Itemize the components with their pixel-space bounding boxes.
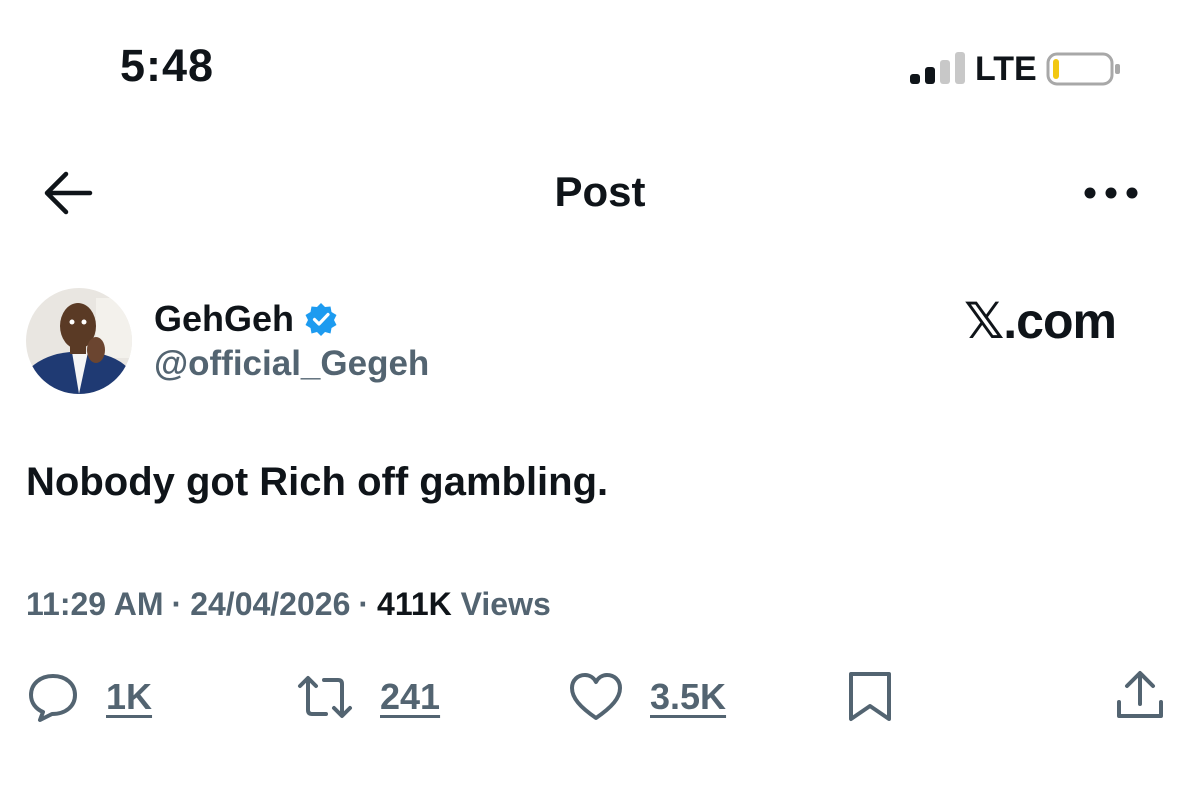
repost-button[interactable]: 241 [296,670,440,724]
share-icon[interactable] [1114,668,1166,722]
verified-badge-icon [305,303,337,336]
author-name-row[interactable]: GehGeh [154,298,338,340]
signal-strength-icon [910,52,965,84]
post-date[interactable]: 24/04/2026 [190,586,350,622]
bookmark-icon[interactable] [846,670,894,724]
reply-button[interactable]: 1K [26,670,152,724]
post-meta: 11:29 AM · 24/04/2026 · 411K Views [26,586,551,623]
reply-count[interactable]: 1K [106,676,152,718]
author-name[interactable]: GehGeh [154,298,294,340]
heart-icon [570,673,622,720]
meta-separator: · [358,586,370,622]
views-count[interactable]: 411K [377,586,452,622]
repost-icon [298,676,352,718]
post-text: Nobody got Rich off gambling. [26,460,609,504]
author-handle[interactable]: @official_Gegeh [154,344,429,384]
network-type: LTE [975,50,1037,88]
battery-icon [1046,52,1120,86]
page-title: Post [554,168,646,215]
like-button[interactable]: 3.5K [568,670,726,724]
avatar[interactable] [26,288,132,394]
like-count[interactable]: 3.5K [650,676,726,718]
meta-separator: · [171,586,183,622]
repost-count[interactable]: 241 [380,676,440,718]
reply-icon [29,674,77,722]
more-options-icon[interactable] [1082,178,1140,208]
views-label[interactable]: Views [461,586,551,622]
status-time: 5:48 [120,40,215,91]
x-watermark: 𝕏.com [964,293,1117,349]
post-time[interactable]: 11:29 AM [26,586,164,622]
